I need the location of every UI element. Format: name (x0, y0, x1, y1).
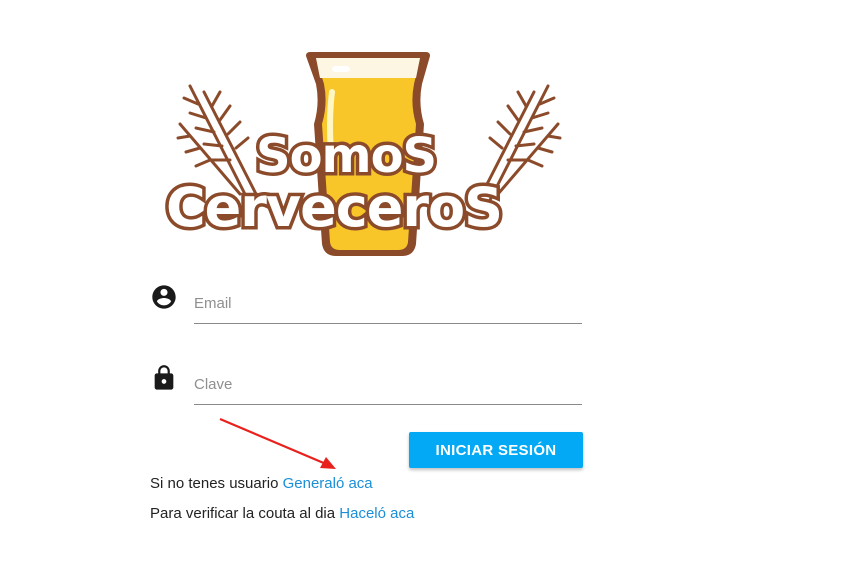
verify-link[interactable]: Haceló aca (339, 505, 414, 522)
register-text: Si no tenes usuario (150, 475, 279, 492)
password-field-group (150, 364, 584, 412)
password-input[interactable] (194, 364, 582, 405)
annotation-arrow-icon (219, 417, 336, 469)
lock-icon (154, 365, 174, 390)
register-line: Si no tenes usuario Generaló aca (150, 475, 373, 492)
logo: SomoS CerveceroS (160, 44, 580, 264)
verify-line: Para verificar la couta al dia Haceló ac… (150, 505, 414, 522)
account-circle-icon (152, 285, 176, 309)
logo-title-line2: CerveceroS (163, 173, 507, 243)
email-field-group (150, 283, 584, 331)
email-input[interactable] (194, 283, 582, 324)
register-link[interactable]: Generaló aca (283, 475, 373, 492)
verify-text: Para verificar la couta al dia (150, 505, 336, 522)
logo-text: SomoS CerveceroS (160, 44, 580, 264)
login-button[interactable]: INICIAR SESIÓN (409, 432, 583, 468)
